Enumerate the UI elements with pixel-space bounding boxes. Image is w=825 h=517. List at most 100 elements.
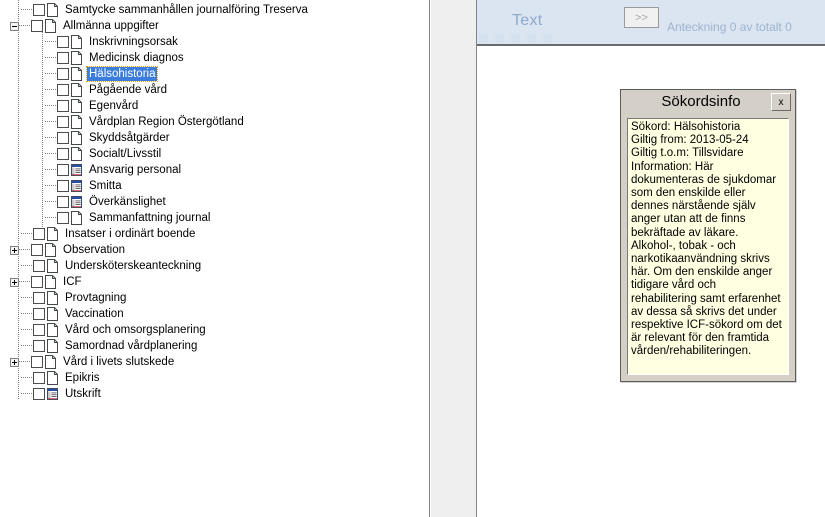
tree-item-checkbox[interactable] xyxy=(57,84,69,96)
note-text-area[interactable]: Sökordsinfo x Sökord: Hälsohistoria Gilt… xyxy=(477,44,825,517)
tree-item-checkbox[interactable] xyxy=(57,68,69,80)
right-pane-header: Text >> Anteckning 0 av totalt 0 xyxy=(477,0,825,44)
tree-item[interactable]: Undersköterskeanteckning xyxy=(0,258,429,274)
tree-item-label: Insatser i ordinärt boende xyxy=(65,228,196,240)
tree-item[interactable]: Observation xyxy=(0,242,429,258)
tree-item-label: Skyddsåtgärder xyxy=(89,132,170,144)
tree-item-label: Socialt/Livsstil xyxy=(89,148,162,160)
tree-connector xyxy=(21,290,33,306)
tree-item-label: Allmänna uppgifter xyxy=(63,20,159,32)
tree-item[interactable]: Utskrift xyxy=(0,386,429,402)
form-list-icon xyxy=(70,163,83,177)
tree-item[interactable]: Egenvård xyxy=(0,98,429,114)
tab-text[interactable]: Text xyxy=(512,12,543,30)
tree-item-label: Utskrift xyxy=(65,388,101,400)
tree-item-checkbox[interactable] xyxy=(33,340,45,352)
form-list-icon xyxy=(70,195,83,209)
tree-item[interactable]: Hälsohistoria xyxy=(0,66,429,82)
tree-connector xyxy=(45,34,57,50)
document-icon xyxy=(46,3,59,17)
tree-item-checkbox[interactable] xyxy=(31,276,43,288)
tree-item[interactable]: Ansvarig personal xyxy=(0,162,429,178)
sokordsinfo-line-sokord: Sökord: Hälsohistoria xyxy=(631,121,741,133)
tree-item[interactable]: Sammanfattning journal xyxy=(0,210,429,226)
tree-connector xyxy=(21,322,33,338)
tree-item-checkbox[interactable] xyxy=(57,212,69,224)
tree-item-label: Undersköterskeanteckning xyxy=(65,260,202,272)
form-list-icon xyxy=(46,387,59,401)
tree-item[interactable]: Vård och omsorgsplanering xyxy=(0,322,429,338)
tree-item[interactable]: Samtycke sammanhållen journalföring Tres… xyxy=(0,2,429,18)
tree-item-checkbox[interactable] xyxy=(57,100,69,112)
tree-item[interactable]: Skyddsåtgärder xyxy=(0,130,429,146)
sokordsinfo-dialog[interactable]: Sökordsinfo x Sökord: Hälsohistoria Gilt… xyxy=(620,89,796,382)
panel-splitter[interactable] xyxy=(431,0,477,517)
tree-item-checkbox[interactable] xyxy=(57,36,69,48)
document-icon xyxy=(70,99,83,113)
tree-item[interactable]: Provtagning xyxy=(0,290,429,306)
tree-root: Samtycke sammanhållen journalföring Tres… xyxy=(0,0,429,402)
tree-item[interactable]: Samordnad vårdplanering xyxy=(0,338,429,354)
tree-item[interactable]: Medicinsk diagnos xyxy=(0,50,429,66)
sokordsinfo-title: Sökordsinfo xyxy=(661,93,741,110)
collapse-icon[interactable] xyxy=(10,21,19,31)
tree-connector xyxy=(45,210,57,226)
tree-item[interactable]: Insatser i ordinärt boende xyxy=(0,226,429,242)
tree-item-checkbox[interactable] xyxy=(33,4,45,16)
expand-icon[interactable] xyxy=(10,357,19,367)
tree-item-label: Vårdplan Region Östergötland xyxy=(89,116,244,128)
document-icon xyxy=(44,275,57,289)
tree-item[interactable]: Vårdplan Region Östergötland xyxy=(0,114,429,130)
tree-item-label: Smitta xyxy=(89,180,122,192)
tree-connector xyxy=(21,386,33,402)
tree-item[interactable]: Epikris xyxy=(0,370,429,386)
document-icon xyxy=(70,131,83,145)
tree-item[interactable]: ICF xyxy=(0,274,429,290)
tree-item-label: Samtycke sammanhållen journalföring Tres… xyxy=(65,4,308,16)
tree-connector xyxy=(21,226,33,242)
tree-item-label: Inskrivningsorsak xyxy=(89,36,178,48)
ghost-toolbar-icon xyxy=(527,34,536,43)
tree-item[interactable]: Vaccination xyxy=(0,306,429,322)
expand-icon[interactable] xyxy=(10,277,19,287)
document-icon xyxy=(46,339,59,353)
tree-item-checkbox[interactable] xyxy=(57,132,69,144)
tree-item-checkbox[interactable] xyxy=(33,324,45,336)
document-icon xyxy=(70,83,83,97)
ghost-toolbar-icon xyxy=(495,34,504,43)
tree-connector xyxy=(45,114,57,130)
tree-item-label: Hälsohistoria xyxy=(85,66,159,82)
tree-item-checkbox[interactable] xyxy=(57,164,69,176)
tree-item-checkbox[interactable] xyxy=(33,292,45,304)
close-icon[interactable]: x xyxy=(771,93,791,111)
tree-item-checkbox[interactable] xyxy=(57,180,69,192)
tree-item-checkbox[interactable] xyxy=(31,244,43,256)
tree-item-label: Vård och omsorgsplanering xyxy=(65,324,206,336)
tree-item-checkbox[interactable] xyxy=(57,148,69,160)
tree-item[interactable]: Vård i livets slutskede xyxy=(0,354,429,370)
tree-item[interactable]: Allmänna uppgifter xyxy=(0,18,429,34)
next-note-button[interactable]: >> xyxy=(624,7,659,28)
tree-item-checkbox[interactable] xyxy=(33,308,45,320)
journal-tree-panel[interactable]: Samtycke sammanhållen journalföring Tres… xyxy=(0,0,430,517)
document-icon xyxy=(44,355,57,369)
tree-item[interactable]: Överkänslighet xyxy=(0,194,429,210)
tree-item[interactable]: Inskrivningsorsak xyxy=(0,34,429,50)
tree-connector xyxy=(45,146,57,162)
tree-item-checkbox[interactable] xyxy=(31,20,43,32)
tree-item[interactable]: Socialt/Livsstil xyxy=(0,146,429,162)
tree-item-checkbox[interactable] xyxy=(33,260,45,272)
tree-item-checkbox[interactable] xyxy=(33,228,45,240)
tree-item-checkbox[interactable] xyxy=(57,196,69,208)
tree-item[interactable]: Smitta xyxy=(0,178,429,194)
sokordsinfo-body: Sökord: Hälsohistoria Giltig from: 2013-… xyxy=(627,118,789,375)
tree-connector xyxy=(19,18,31,34)
tree-item-checkbox[interactable] xyxy=(57,52,69,64)
tree-item[interactable]: Pågående vård xyxy=(0,82,429,98)
tree-item-checkbox[interactable] xyxy=(33,388,45,400)
tree-item-checkbox[interactable] xyxy=(33,372,45,384)
tree-item-checkbox[interactable] xyxy=(31,356,43,368)
tree-item-checkbox[interactable] xyxy=(57,116,69,128)
expand-icon[interactable] xyxy=(10,245,19,255)
tree-connector xyxy=(21,338,33,354)
